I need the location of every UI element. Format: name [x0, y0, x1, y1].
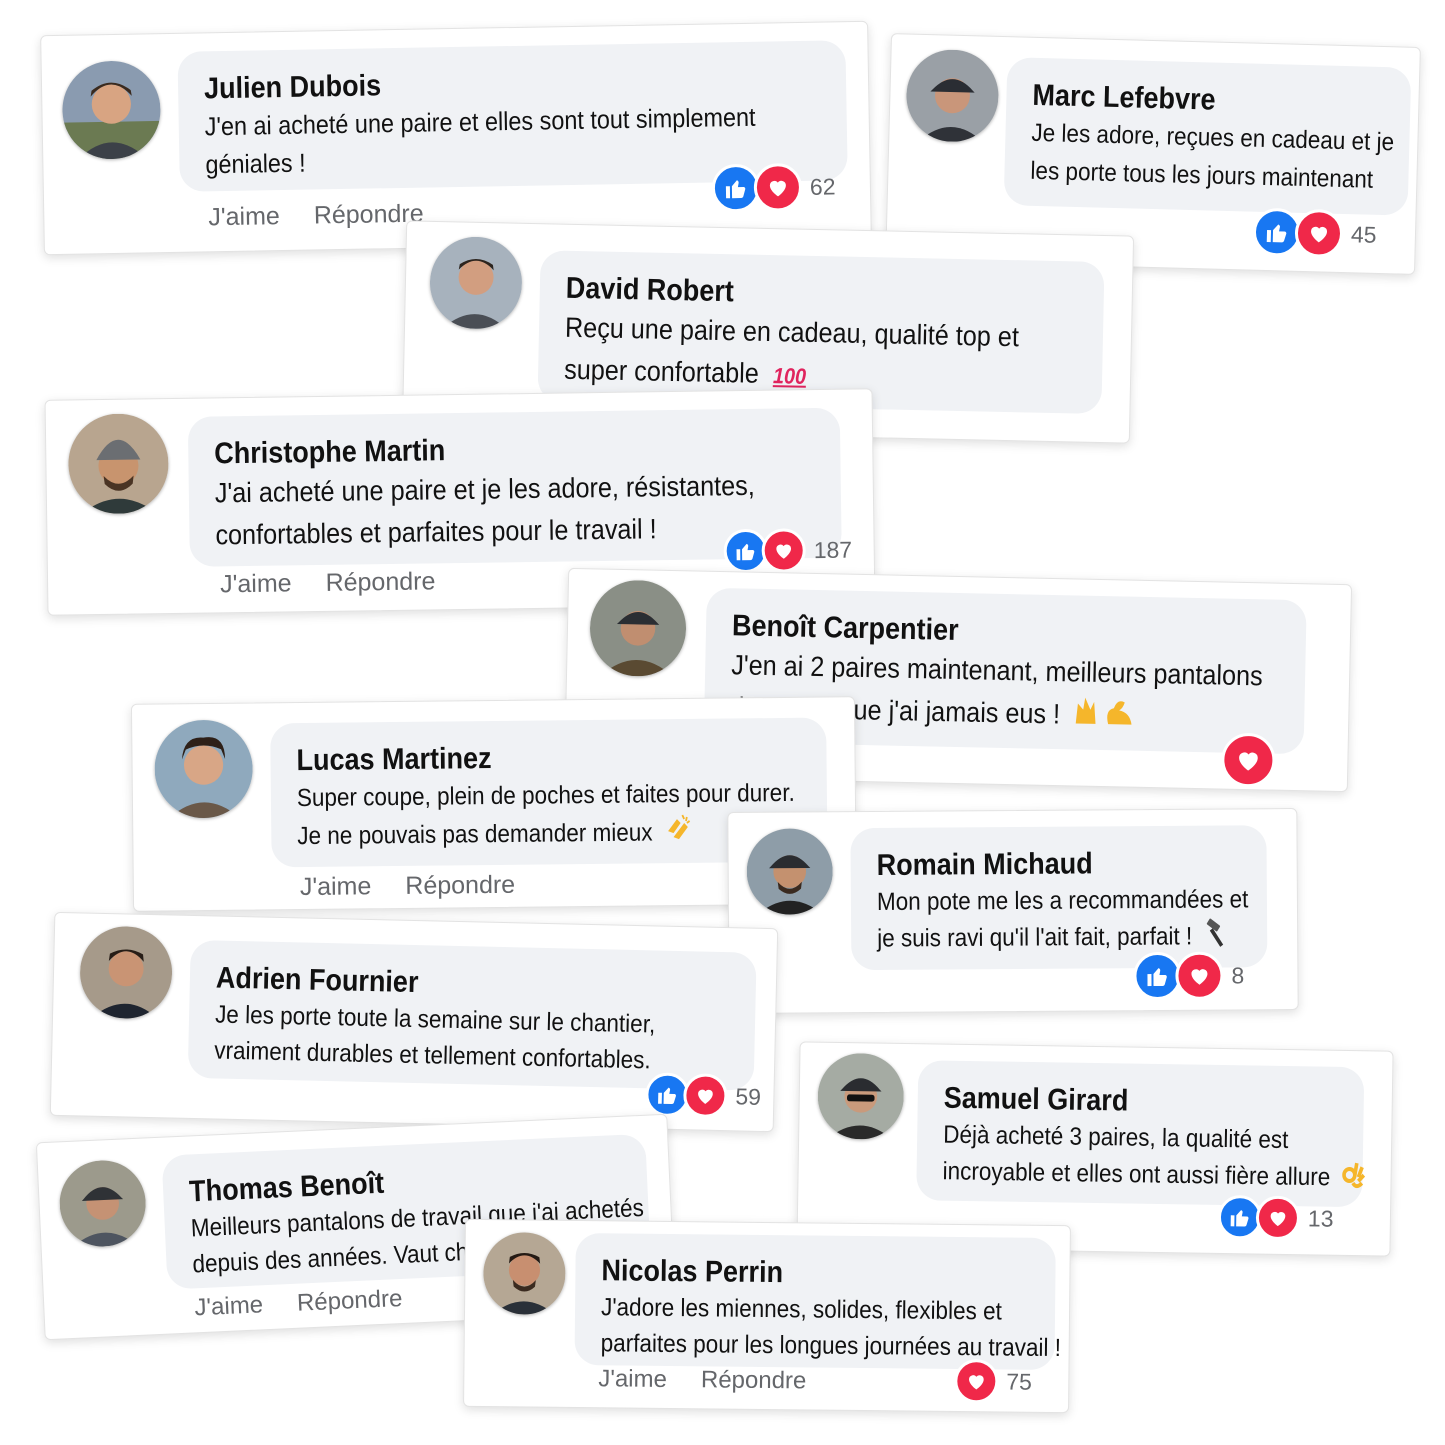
like-link[interactable]: J'aime [194, 1291, 264, 1321]
comment-card: Adrien Fournier Je les porte toute la se… [49, 911, 779, 1133]
comment-text-line: je suis ravi qu'il l'ait fait, parfait ! [877, 922, 1193, 953]
reaction-summary[interactable]: 8 [1133, 951, 1245, 1001]
comment-card: Julien Dubois J'en ai acheté une paire e… [40, 20, 872, 256]
reaction-summary[interactable]: 45 [1252, 207, 1377, 259]
reaction-count: 62 [809, 172, 836, 200]
comment-text-line: Mon pote me les a recommandées et [876, 885, 1249, 916]
ok-hand-icon [1340, 1159, 1366, 1199]
reply-link[interactable]: Répondre [325, 567, 435, 597]
comment-text-line: les porte tous les jours maintenant [1030, 156, 1374, 194]
avatar[interactable] [154, 719, 254, 819]
comment-bubble: Marc Lefebvre Je les adore, reçues en ca… [1003, 57, 1412, 216]
comment-bubble: Samuel Girard Déjà acheté 3 paires, la q… [916, 1060, 1366, 1208]
reply-link[interactable]: Répondre [296, 1285, 403, 1317]
commenter-name[interactable]: Lucas Martinez [296, 738, 750, 779]
heart-icon[interactable] [1220, 732, 1276, 788]
comment-bubble: Adrien Fournier Je les porte toute la se… [187, 939, 757, 1091]
reaction-count: 75 [1006, 1368, 1033, 1395]
raised-hands-flexed-biceps-icon [1072, 693, 1136, 740]
heart-icon [682, 1073, 728, 1119]
avatar[interactable] [589, 579, 688, 678]
comment-text-line: incroyable et elles ont aussi fière allu… [942, 1157, 1331, 1192]
comment-bubble: Romain Michaud Mon pote me les a recomma… [850, 825, 1268, 971]
heart-icon [1294, 208, 1344, 258]
comment-text-line: super confortable [563, 353, 760, 389]
thumbs-up-icon [1133, 951, 1182, 1001]
comment-actions: J'aime Répondre [300, 870, 550, 902]
commenter-name[interactable]: Samuel Girard [943, 1081, 1298, 1123]
heart-icon [954, 1358, 999, 1404]
reaction-count: 8 [1231, 961, 1245, 988]
comment-text-line: J'ai acheté une paire et je les adore, r… [214, 469, 755, 509]
comment-text-line: confortables et parfaites pour le travai… [215, 513, 657, 551]
heart-icon [753, 162, 803, 212]
avatar[interactable] [61, 60, 162, 160]
commenter-name[interactable]: Nicolas Perrin [601, 1253, 987, 1293]
comment-bubble: Nicolas Perrin J'adore les miennes, soli… [574, 1232, 1062, 1371]
reaction-summary[interactable]: 59 [644, 1072, 762, 1119]
comment-text-line: J'adore les miennes, solides, flexibles … [600, 1293, 1002, 1326]
comment-text-line: Super coupe, plein de poches et faites p… [296, 778, 795, 813]
comment-text-line: Je ne pouvais pas demander mieux [297, 818, 653, 851]
comment-actions: J'aime Répondre [220, 567, 470, 599]
commenter-name[interactable]: Romain Michaud [877, 846, 1205, 884]
reaction-count: 59 [735, 1082, 762, 1110]
avatar[interactable] [483, 1232, 566, 1315]
comment-text-line: parfaites pour les longues journées au t… [600, 1329, 1062, 1363]
like-link[interactable]: J'aime [208, 202, 280, 231]
reaction-summary[interactable]: 62 [711, 162, 836, 213]
reaction-summary[interactable]: 13 [1217, 1194, 1334, 1241]
avatar[interactable] [429, 235, 523, 330]
reaction-count: 13 [1307, 1204, 1334, 1232]
avatar[interactable] [67, 413, 170, 515]
heart-icon [1175, 951, 1224, 1000]
avatar[interactable] [57, 1158, 148, 1249]
reaction-count: 45 [1350, 220, 1377, 248]
comment-text-line: Déjà acheté 3 paires, la qualité est [942, 1120, 1289, 1155]
clapping-hands-icon [664, 813, 691, 854]
reaction-summary[interactable]: 187 [723, 528, 852, 574]
avatar[interactable] [79, 925, 174, 1020]
reaction-count: 187 [813, 536, 853, 563]
comment-card: Nicolas Perrin J'adore les miennes, soli… [463, 1218, 1071, 1414]
comment-actions: J'aime Répondre [598, 1365, 840, 1396]
like-link[interactable]: J'aime [598, 1365, 667, 1393]
reply-link[interactable]: Répondre [405, 871, 515, 900]
heart-icon [761, 528, 807, 573]
avatar[interactable] [746, 828, 834, 915]
comment-card: Romain Michaud Mon pote me les a recomma… [727, 808, 1299, 1014]
avatar[interactable] [905, 48, 1000, 143]
like-link[interactable]: J'aime [220, 569, 292, 598]
comment-actions: J'aime Répondre [194, 1283, 437, 1322]
heart-icon [1255, 1195, 1301, 1241]
reaction-summary[interactable]: 75 [954, 1358, 1033, 1404]
avatar[interactable] [817, 1052, 905, 1140]
like-link[interactable]: J'aime [300, 872, 372, 901]
reply-link[interactable]: Répondre [701, 1366, 807, 1394]
